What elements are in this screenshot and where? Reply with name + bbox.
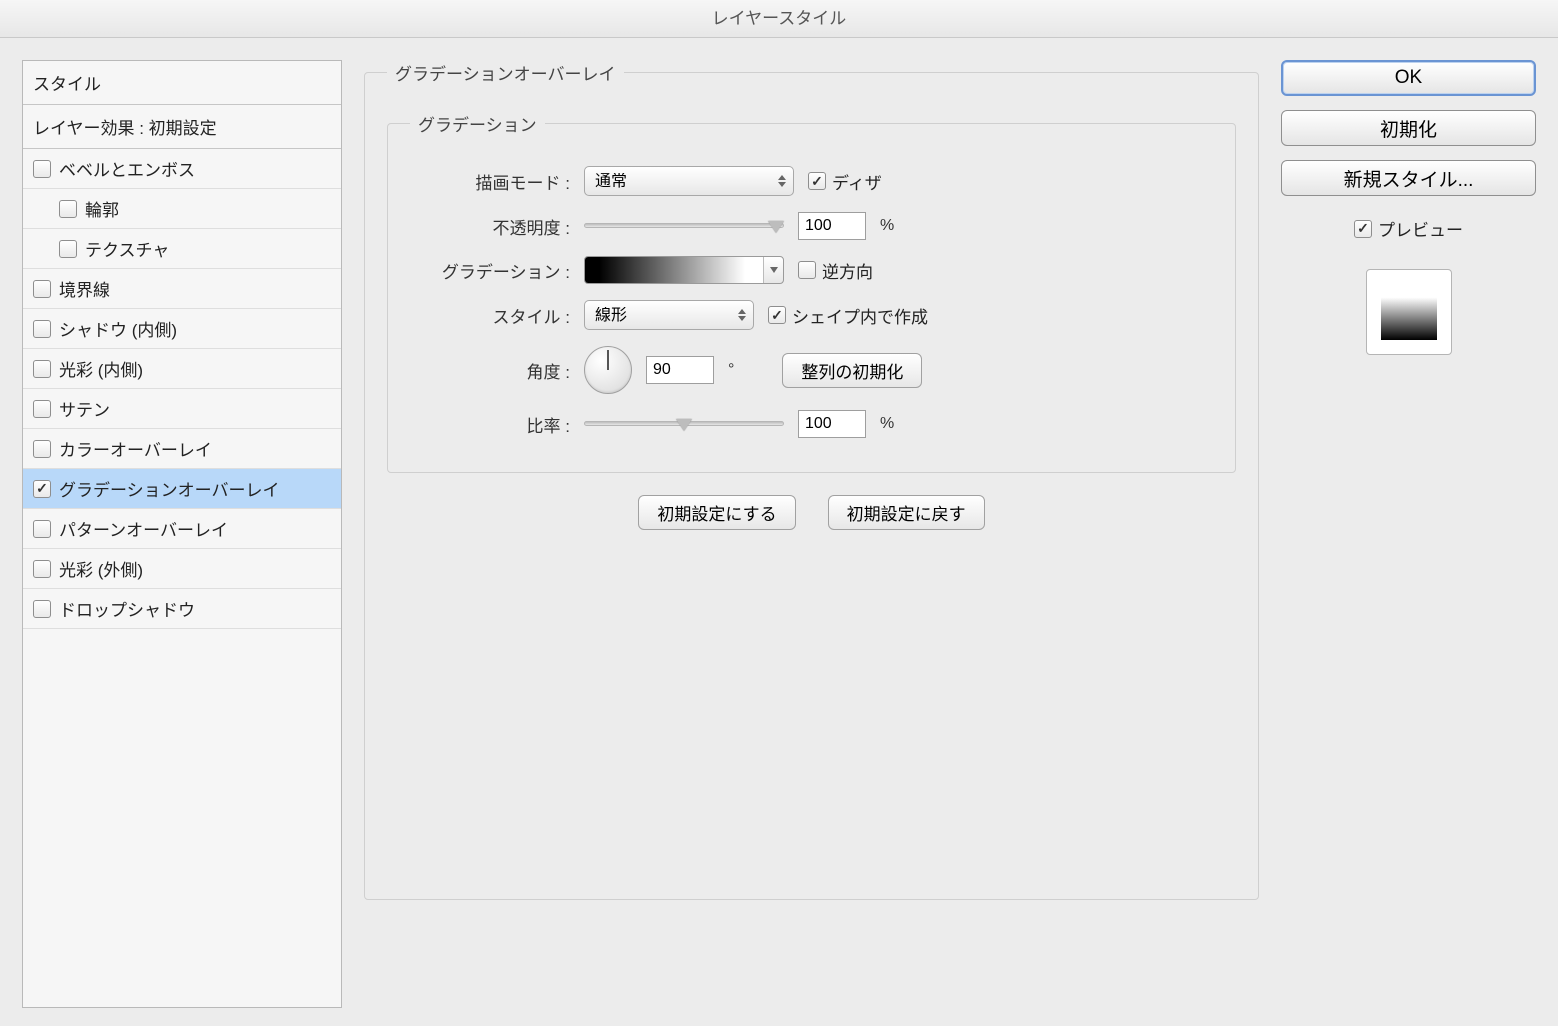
style-item-5[interactable]: 光彩 (内側)	[23, 349, 341, 389]
style-item-checkbox-icon[interactable]	[33, 160, 51, 178]
style-item-label: サテン	[59, 396, 110, 421]
preview-check-icon	[1354, 220, 1372, 238]
blending-options-row[interactable]: レイヤー効果 : 初期設定	[23, 105, 341, 149]
style-item-checkbox-icon[interactable]	[33, 320, 51, 338]
new-style-button[interactable]: 新規スタイル...	[1281, 160, 1536, 196]
angle-label: 角度 :	[410, 358, 570, 383]
align-with-layer-checkbox[interactable]: シェイプ内で作成	[768, 303, 928, 328]
style-item-1[interactable]: 輪郭	[23, 189, 341, 229]
style-item-checkbox-icon[interactable]	[33, 360, 51, 378]
ok-button[interactable]: OK	[1281, 60, 1536, 96]
style-item-label: 光彩 (内側)	[59, 356, 143, 381]
preview-checkbox[interactable]: プレビュー	[1354, 216, 1463, 241]
style-item-label: ベベルとエンボス	[59, 156, 195, 181]
gradient-dropdown-icon[interactable]	[763, 257, 783, 283]
style-item-checkbox-icon[interactable]	[33, 480, 51, 498]
dither-checkbox[interactable]: ディザ	[808, 169, 882, 194]
style-item-checkbox-icon[interactable]	[59, 240, 77, 258]
style-label: スタイル :	[410, 303, 570, 328]
blend-mode-label: 描画モード :	[410, 169, 570, 194]
make-default-button[interactable]: 初期設定にする	[638, 495, 795, 530]
gradient-overlay-legend: グラデーションオーバーレイ	[387, 60, 624, 85]
style-item-label: 輪郭	[85, 196, 119, 221]
scale-unit: %	[880, 415, 894, 433]
style-select[interactable]: 線形	[584, 300, 754, 330]
styles-header[interactable]: スタイル	[23, 61, 341, 105]
cancel-button[interactable]: 初期化	[1281, 110, 1536, 146]
blend-mode-select[interactable]: 通常	[584, 166, 794, 196]
style-item-label: グラデーションオーバーレイ	[59, 476, 280, 501]
style-item-8[interactable]: グラデーションオーバーレイ	[23, 469, 341, 509]
style-item-label: ドロップシャドウ	[59, 596, 195, 621]
style-item-11[interactable]: ドロップシャドウ	[23, 589, 341, 629]
style-item-0[interactable]: ベベルとエンボス	[23, 149, 341, 189]
style-item-6[interactable]: サテン	[23, 389, 341, 429]
window-title: レイヤースタイル	[0, 0, 1558, 38]
style-item-checkbox-icon[interactable]	[33, 280, 51, 298]
style-item-checkbox-icon[interactable]	[33, 520, 51, 538]
reverse-checkbox[interactable]: 逆方向	[798, 258, 873, 283]
scale-slider[interactable]	[584, 416, 784, 432]
style-item-label: カラーオーバーレイ	[59, 436, 212, 461]
style-item-checkbox-icon[interactable]	[33, 400, 51, 418]
style-item-2[interactable]: テクスチャ	[23, 229, 341, 269]
dither-check-icon	[808, 172, 826, 190]
angle-dial[interactable]	[584, 346, 632, 394]
gradient-legend: グラデーション	[410, 111, 545, 136]
reverse-check-icon	[798, 261, 816, 279]
gradient-picker[interactable]	[584, 256, 784, 284]
style-item-9[interactable]: パターンオーバーレイ	[23, 509, 341, 549]
align-check-icon	[768, 306, 786, 324]
scale-label: 比率 :	[410, 412, 570, 437]
style-item-checkbox-icon[interactable]	[33, 560, 51, 578]
settings-panel: グラデーションオーバーレイ グラデーション 描画モード : 通常 ディザ	[364, 60, 1259, 1008]
opacity-input[interactable]	[798, 212, 866, 240]
style-item-label: 境界線	[59, 276, 110, 301]
right-panel: OK 初期化 新規スタイル... プレビュー	[1281, 60, 1536, 1008]
angle-unit: °	[728, 361, 734, 379]
style-item-7[interactable]: カラーオーバーレイ	[23, 429, 341, 469]
reset-alignment-button[interactable]: 整列の初期化	[782, 353, 922, 388]
style-item-label: テクスチャ	[85, 236, 169, 261]
preview-swatch-icon	[1381, 284, 1437, 340]
style-item-checkbox-icon[interactable]	[33, 440, 51, 458]
style-item-10[interactable]: 光彩 (外側)	[23, 549, 341, 589]
style-item-checkbox-icon[interactable]	[59, 200, 77, 218]
style-item-3[interactable]: 境界線	[23, 269, 341, 309]
preview-box	[1366, 269, 1452, 355]
gradient-swatch-icon	[585, 257, 763, 283]
gradient-label: グラデーション :	[410, 258, 570, 283]
scale-input[interactable]	[798, 410, 866, 438]
style-item-4[interactable]: シャドウ (内側)	[23, 309, 341, 349]
styles-panel: スタイル レイヤー効果 : 初期設定 ベベルとエンボス輪郭テクスチャ境界線シャド…	[22, 60, 342, 1008]
style-item-label: パターンオーバーレイ	[59, 516, 228, 541]
opacity-unit: %	[880, 217, 894, 235]
opacity-slider[interactable]	[584, 218, 784, 234]
angle-input[interactable]	[646, 356, 714, 384]
opacity-label: 不透明度 :	[410, 214, 570, 239]
reset-to-default-button[interactable]: 初期設定に戻す	[828, 495, 985, 530]
style-item-checkbox-icon[interactable]	[33, 600, 51, 618]
style-item-label: シャドウ (内側)	[59, 316, 177, 341]
style-item-label: 光彩 (外側)	[59, 556, 143, 581]
